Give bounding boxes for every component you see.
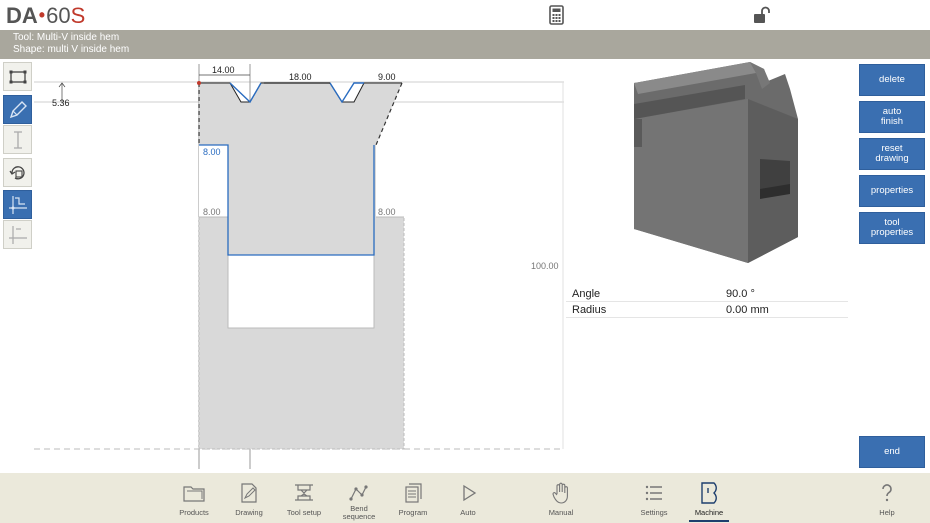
hand-icon [552, 482, 568, 504]
nav-label: Manual [548, 508, 574, 517]
nav-settings[interactable]: Settings [624, 473, 684, 523]
delete-label: delete [879, 74, 905, 85]
top-bar: DA•60S [0, 0, 930, 30]
bend-sequence-icon [349, 485, 368, 501]
brand-logo: DA•60S [6, 3, 85, 29]
brand-da: DA [6, 3, 38, 28]
end-button[interactable]: end [859, 436, 925, 468]
nav-label: Program [398, 508, 428, 517]
help-icon [882, 484, 892, 502]
property-row-angle[interactable]: Angle 90.0 ° [566, 286, 848, 302]
nav-drawing[interactable]: Drawing [219, 473, 279, 523]
pencil-icon [9, 101, 27, 119]
nav-products[interactable]: Products [164, 473, 224, 523]
brand-dot: • [38, 5, 46, 25]
nav-label: Help [879, 508, 895, 517]
reset-drawing-label-2: drawing [875, 153, 909, 164]
dim-right-grey[interactable]: 8.00 [378, 207, 396, 217]
nav-bend-sequence[interactable]: Bend sequence [329, 473, 389, 523]
tool-properties-button[interactable]: tool properties [859, 212, 925, 244]
tool-name-label: Tool: Multi-V inside hem [13, 32, 120, 43]
rotate-button[interactable] [3, 158, 32, 187]
axis-icon [9, 226, 27, 244]
snap-button[interactable] [3, 190, 32, 219]
machine-icon [701, 482, 717, 504]
dimension-button[interactable] [3, 125, 32, 154]
zoom-fit-icon [9, 70, 27, 84]
property-value: 90.0 ° [726, 288, 755, 300]
nav-help[interactable]: Help [857, 473, 917, 523]
calculator-icon[interactable] [547, 5, 567, 25]
auto-finish-button[interactable]: auto finish [859, 101, 925, 133]
property-value: 0.00 mm [726, 304, 769, 316]
tool-3d-view[interactable] [620, 59, 810, 269]
dim-offset[interactable]: 5.36 [52, 98, 70, 108]
brand-model: 60 [46, 3, 71, 28]
property-key: Radius [572, 304, 607, 316]
rotate-icon [9, 166, 25, 180]
dim-height[interactable]: 100.00 [531, 261, 559, 271]
folder-icon [183, 486, 205, 502]
zoom-fit-button[interactable] [3, 62, 32, 91]
dim-left-grey[interactable]: 8.00 [203, 207, 221, 217]
dimension-icon [14, 131, 22, 149]
drawing-icon [241, 483, 257, 503]
nav-label: Auto [460, 508, 476, 517]
tool-properties-label-2: properties [870, 227, 914, 238]
brand-model-suffix: S [70, 3, 86, 28]
play-icon [463, 484, 477, 502]
delete-button[interactable]: delete [859, 64, 925, 96]
nav-label: Tool setup [286, 508, 322, 517]
properties-table: Angle 90.0 ° Radius 0.00 mm [566, 286, 848, 318]
list-icon [645, 485, 662, 501]
nav-machine[interactable]: Machine [679, 473, 739, 523]
nav-label: Settings [640, 508, 668, 517]
drawing-canvas[interactable]: 14.00 18.00 9.00 5.36 8.00 8.00 8.00 100… [34, 59, 566, 473]
info-bar: Tool: Multi-V inside hem Shape: multi V … [0, 30, 930, 59]
properties-button[interactable]: properties [859, 175, 925, 207]
dim-left-blue[interactable]: 8.00 [203, 147, 221, 157]
active-tab-indicator [689, 520, 729, 522]
reset-drawing-button[interactable]: reset drawing [859, 138, 925, 170]
end-label: end [884, 446, 900, 457]
shape-name-label: Shape: multi V inside hem [13, 44, 130, 55]
nav-manual[interactable]: Manual [531, 473, 591, 523]
nav-label: Machine [694, 508, 724, 517]
tool-setup-icon [295, 484, 313, 501]
program-icon [405, 483, 422, 503]
bottom-navigation: Products Drawing Tool setup Bend sequenc… [0, 473, 930, 523]
nav-auto[interactable]: Auto [438, 473, 498, 523]
draw-button[interactable] [3, 95, 32, 124]
nav-label-block: Bend sequence [329, 505, 389, 521]
nav-label-2: sequence [342, 512, 376, 521]
nav-program[interactable]: Program [383, 473, 443, 523]
axis-button[interactable] [3, 220, 32, 249]
property-key: Angle [572, 288, 601, 300]
nav-label: Products [179, 508, 209, 517]
nav-tool-setup[interactable]: Tool setup [274, 473, 334, 523]
dim-top-middle[interactable]: 18.00 [289, 72, 312, 82]
app-window: DA•60S Tool: Multi-V inside hem Shape: m… [0, 0, 930, 523]
properties-label: properties [870, 185, 914, 196]
auto-finish-label-2: finish [880, 116, 904, 127]
dim-top-right[interactable]: 9.00 [378, 72, 396, 82]
snap-icon [9, 196, 27, 214]
unlock-icon[interactable] [751, 5, 771, 25]
dim-top-left[interactable]: 14.00 [212, 65, 235, 75]
nav-label: Drawing [235, 508, 263, 517]
property-row-radius[interactable]: Radius 0.00 mm [566, 302, 848, 318]
